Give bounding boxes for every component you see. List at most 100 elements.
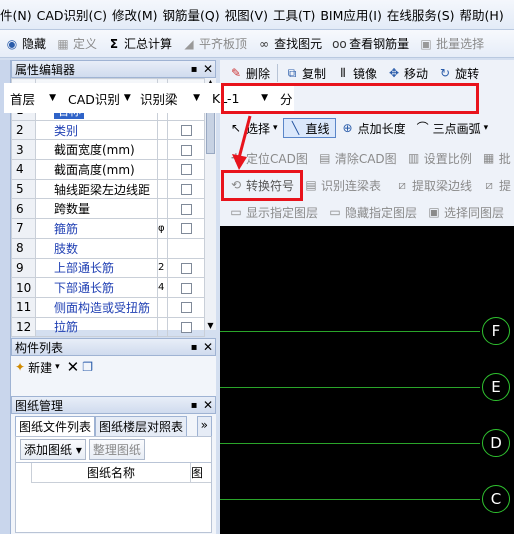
property-row[interactable]: 6 跨数量 (11, 198, 205, 220)
menu-item-file[interactable]: 件(N) (0, 5, 37, 24)
attach-checkbox[interactable] (180, 203, 192, 215)
batch-button[interactable]: ▦ 批 (477, 150, 514, 167)
menu-item-tools[interactable]: 工具(T) (273, 5, 320, 24)
menu-item-modify[interactable]: 修改(M) (112, 5, 163, 24)
menu-item-bim[interactable]: BIM应用(I) (320, 5, 387, 24)
floor-select[interactable]: 首层 ▼ (4, 89, 62, 108)
organize-drawing-button[interactable]: 整理图纸 (88, 439, 145, 460)
show-layer-button[interactable]: ▭ 显示指定图层 (224, 204, 323, 221)
axis-label-circle[interactable]: F (482, 317, 510, 345)
identify-beam-table-button[interactable]: ▤ 识别连梁表 (299, 177, 386, 194)
scroll-down-icon[interactable]: ▼ (205, 321, 216, 330)
move-button[interactable]: ✥ 移动 (382, 65, 433, 82)
rotate-button[interactable]: ↻ 旋转 (433, 65, 484, 82)
property-row[interactable]: 7 箍筋 φ (11, 218, 205, 239)
clear-cad-button[interactable]: ▤ 清除CAD图 (313, 150, 402, 167)
attach-checkbox[interactable] (180, 262, 192, 274)
property-value[interactable]: φ (157, 218, 168, 239)
delete-button[interactable]: ✎ 删除 (224, 65, 275, 82)
extract-beam-edge-button[interactable]: ⧄ 提取梁边线 (390, 177, 477, 194)
sum-calc-button[interactable]: Σ 汇总计算 (102, 35, 177, 52)
attach-checkbox[interactable] (180, 144, 192, 156)
menu-item-cad-recognize[interactable]: CAD识别(C) (37, 5, 112, 24)
axis-label-circle[interactable]: D (482, 429, 510, 457)
property-value[interactable] (157, 198, 168, 220)
close-icon[interactable]: ✕ (201, 398, 215, 412)
tab-scroll-right[interactable]: » (196, 416, 212, 436)
pin-icon[interactable]: ▪ (187, 64, 201, 75)
flat-slab-top-button[interactable]: ◢ 平齐板顶 (177, 35, 252, 52)
attach-checkbox[interactable] (180, 125, 192, 137)
copy-button[interactable]: ⧉ 复制 (280, 65, 331, 82)
attach-checkbox[interactable] (180, 321, 192, 333)
property-scrollbar[interactable]: ▲ ▼ (204, 78, 216, 330)
batch-icon: ▦ (483, 151, 495, 165)
chevron-down-icon: ▼ (193, 93, 200, 103)
property-value[interactable]: 2 (157, 257, 168, 279)
pin-icon[interactable]: ▪ (187, 400, 201, 411)
property-value[interactable] (157, 159, 168, 180)
delete-x-icon[interactable]: ✕ (67, 358, 80, 376)
close-icon[interactable]: ✕ (201, 62, 215, 76)
property-row[interactable]: 3 截面宽度(mm) (11, 139, 205, 161)
property-value[interactable] (157, 119, 168, 141)
property-row[interactable]: 5 轴线距梁左边线距 (11, 178, 205, 200)
mirror-button[interactable]: ⫴ 镜像 (331, 65, 382, 82)
copy-icon[interactable]: ❐ (82, 360, 93, 374)
attach-checkbox[interactable] (180, 184, 192, 196)
view-rebar-button[interactable]: oo 查看钢筋量 (327, 35, 414, 52)
define-button[interactable]: ▦ 定义 (51, 35, 102, 52)
type-select[interactable]: 识别梁 ▼ (134, 89, 206, 108)
point-length-button[interactable]: ⊕ 点加长度 (336, 120, 411, 137)
menu-item-help[interactable]: 帮助(H) (460, 5, 509, 24)
attach-checkbox[interactable] (180, 223, 192, 235)
tab-drawing-file-list[interactable]: 图纸文件列表 (15, 416, 96, 436)
point-length-label: 点加长度 (357, 121, 406, 136)
tab-drawing-floor-map[interactable]: 图纸楼层对照表 (95, 416, 188, 436)
property-row[interactable]: 9 上部通长筋 2 (11, 257, 205, 279)
attach-checkbox[interactable] (180, 282, 192, 294)
property-value[interactable] (157, 139, 168, 161)
line-button[interactable]: ╲ 直线 (282, 118, 336, 138)
edit-toolbar: ✎ 删除 ⧉ 复制 ⫴ 镜像 ✥ 移动 ↻ 旋转 (220, 62, 514, 84)
property-name: 类别 (35, 119, 158, 141)
property-row[interactable]: 12 拉筋 (11, 316, 205, 338)
property-value[interactable] (157, 316, 168, 338)
property-row-number: 7 (11, 218, 36, 239)
layer-toolbar: ▭ 显示指定图层 ▭ 隐藏指定图层 ▣ 选择同图层 (220, 201, 514, 223)
attach-checkbox[interactable] (180, 164, 192, 176)
property-row[interactable]: 11 侧面构造或受扭筋 (11, 296, 205, 318)
main-toolbar: ◉ 隐藏 ▦ 定义 Σ 汇总计算 ◢ 平齐板顶 ∞ 查找图元 oo 查看钢筋量 … (0, 30, 514, 58)
dropdown-arrow-icon[interactable]: ▾ (55, 362, 60, 372)
set-ratio-button[interactable]: ▥ 设置比例 (402, 150, 477, 167)
close-icon[interactable]: ✕ (201, 340, 215, 354)
property-value[interactable] (157, 237, 168, 259)
pin-icon[interactable]: ▪ (187, 342, 201, 353)
property-row[interactable]: 2 类别 (11, 119, 205, 141)
property-value[interactable]: 4 (157, 277, 168, 298)
menu-item-rebar-quantity[interactable]: 钢筋量(Q) (163, 5, 225, 24)
property-row[interactable]: 4 截面高度(mm) (11, 159, 205, 180)
find-element-button[interactable]: ∞ 查找图元 (252, 35, 327, 52)
property-value[interactable] (157, 178, 168, 200)
module-select[interactable]: CAD识别 ▼ (62, 89, 134, 108)
batch-select-button[interactable]: ▣ 批量选择 (414, 35, 489, 52)
property-value[interactable] (157, 296, 168, 318)
menu-item-view[interactable]: 视图(V) (225, 5, 273, 24)
axis-label-circle[interactable]: E (482, 373, 510, 401)
menu-item-online-service[interactable]: 在线服务(S) (387, 5, 460, 24)
extract-button[interactable]: ⧄ 提 (477, 177, 514, 194)
property-row[interactable]: 10 下部通长筋 4 (11, 277, 205, 298)
axis-label-circle[interactable]: C (482, 485, 510, 513)
three-point-arc-button[interactable]: ⌒ 三点画弧 ▾ (411, 120, 494, 137)
attach-checkbox[interactable] (180, 302, 192, 314)
hide-layer-button[interactable]: ▭ 隐藏指定图层 (323, 204, 422, 221)
hide-button[interactable]: ◉ 隐藏 (0, 35, 51, 52)
component-list-panel: 构件列表 ▪ ✕ ✦ 新建 ▾ ✕ ❐ (11, 338, 216, 396)
property-row[interactable]: 8 肢数 (11, 237, 205, 259)
select-same-layer-button[interactable]: ▣ 选择同图层 (422, 204, 509, 221)
new-button[interactable]: 新建 (28, 359, 52, 376)
cad-canvas[interactable]: FEDC (220, 226, 514, 534)
drawing-tabs: 图纸文件列表 图纸楼层对照表 » (11, 416, 216, 436)
add-drawing-button[interactable]: 添加图纸 ▾ (20, 439, 86, 460)
